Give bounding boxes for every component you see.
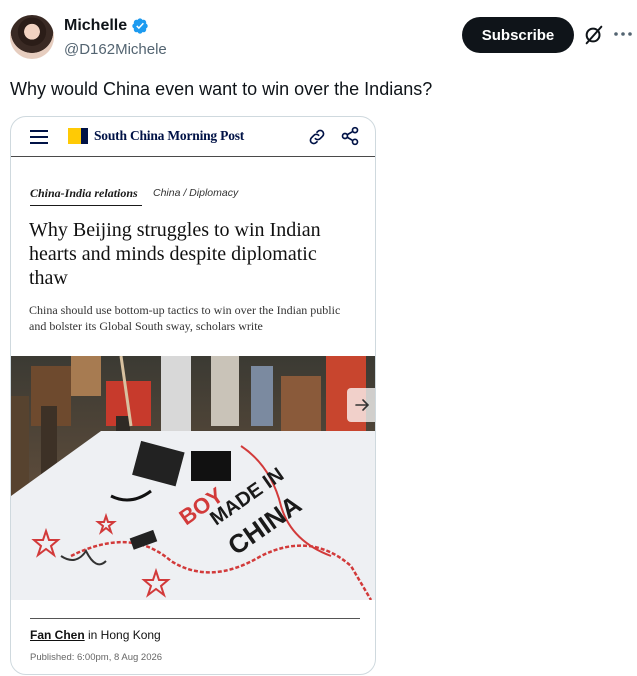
published-date: Published: 6:00pm, 8 Aug 2026 bbox=[30, 652, 163, 663]
author-handle[interactable]: @D162Michele bbox=[64, 41, 167, 58]
author-name-row: Michelle bbox=[64, 17, 149, 35]
publisher-name: South China Morning Post bbox=[94, 128, 245, 143]
article-photo: BOY MADE IN CHINA bbox=[11, 356, 375, 600]
grok-icon[interactable] bbox=[583, 24, 605, 46]
footer-divider bbox=[30, 618, 360, 619]
article-subsection: China / Diplomacy bbox=[153, 187, 239, 199]
menu-icon bbox=[30, 130, 48, 144]
next-image-button[interactable] bbox=[347, 388, 375, 422]
tweet-media-screenshot[interactable]: South China Morning Post China-India rel… bbox=[10, 116, 376, 675]
header-divider bbox=[11, 156, 375, 157]
section-underline bbox=[30, 205, 142, 206]
article-byline: Fan Chen in Hong Kong bbox=[30, 628, 161, 642]
article-subheadline: China should use bottom-up tactics to wi… bbox=[29, 303, 341, 333]
verified-badge-icon bbox=[132, 18, 148, 34]
more-icon[interactable] bbox=[613, 24, 633, 44]
article-headline: Why Beijing struggles to win Indian hear… bbox=[29, 219, 321, 289]
subscribe-button[interactable]: Subscribe bbox=[462, 17, 574, 53]
author-display-name[interactable]: Michelle bbox=[64, 17, 127, 35]
article-header: South China Morning Post bbox=[11, 117, 375, 157]
byline-author: Fan Chen bbox=[30, 628, 85, 642]
share-icon bbox=[341, 126, 359, 146]
link-icon bbox=[309, 129, 325, 145]
article-section: China-India relations bbox=[30, 186, 138, 200]
byline-location: in Hong Kong bbox=[84, 628, 161, 642]
scmp-logo-icon bbox=[68, 128, 88, 144]
tweet-text: Why would China even want to win over th… bbox=[10, 79, 433, 99]
avatar[interactable] bbox=[10, 15, 54, 59]
arrow-right-icon bbox=[355, 399, 370, 411]
